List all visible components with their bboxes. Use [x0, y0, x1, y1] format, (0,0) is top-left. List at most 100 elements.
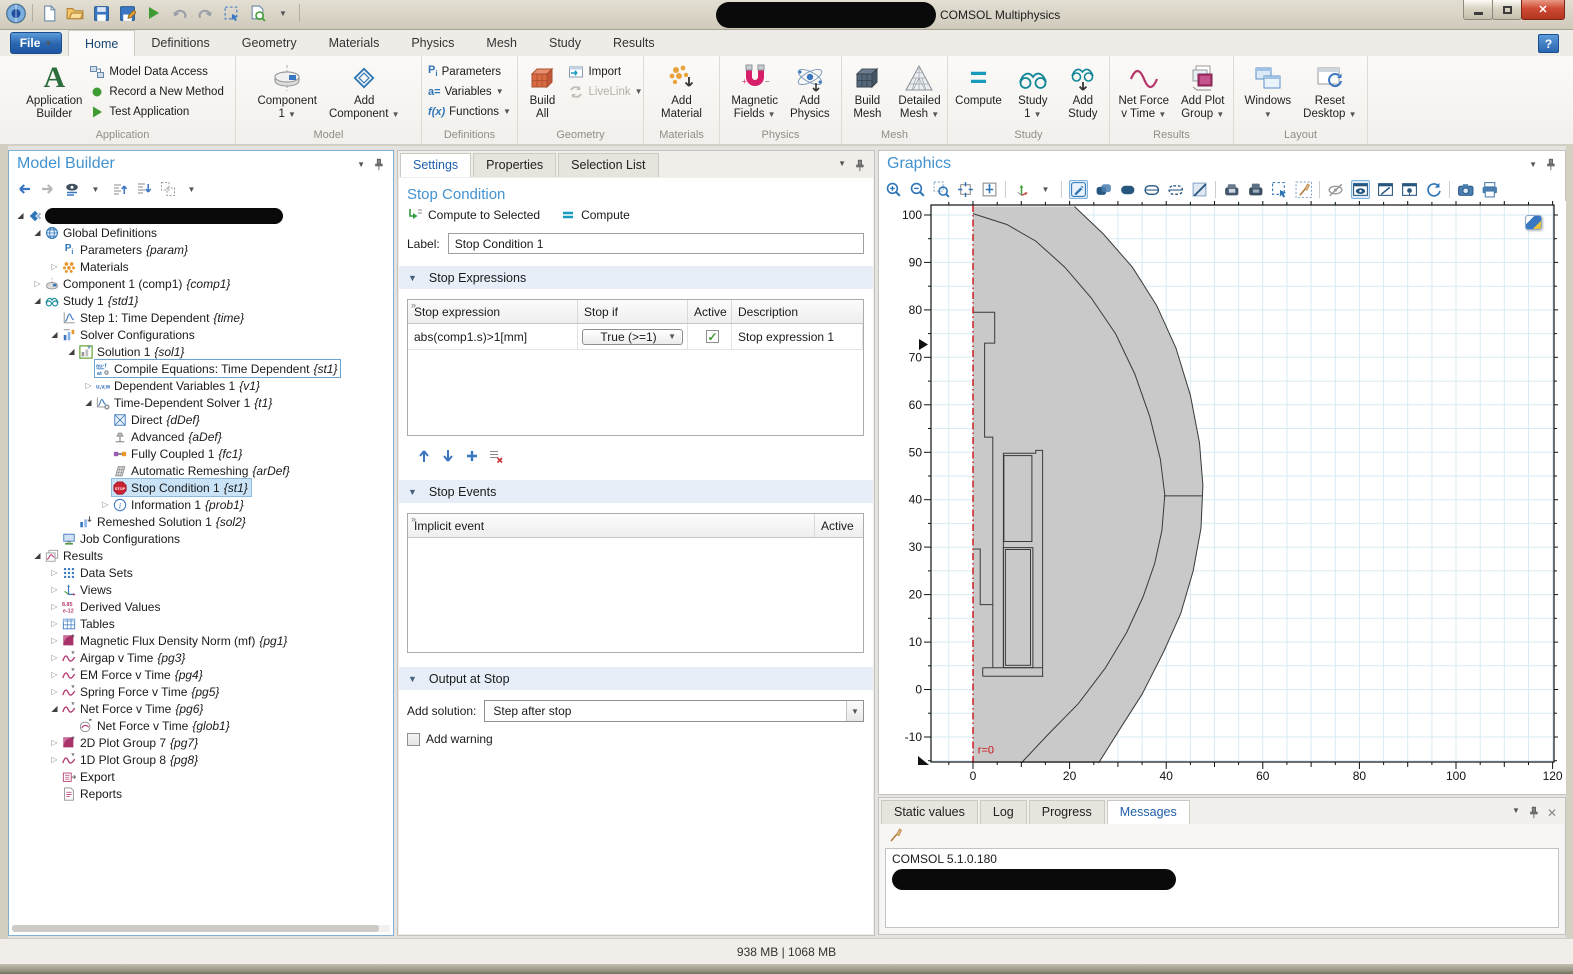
move-down-icon[interactable] [135, 180, 152, 199]
section-output-at-stop[interactable]: ▼ Output at Stop [399, 667, 873, 690]
scrollbar-thumb[interactable] [12, 925, 379, 932]
caret-icon[interactable]: ▼ [1037, 180, 1054, 199]
column-header[interactable]: Stop expression [408, 300, 578, 323]
plus-icon[interactable] [463, 447, 480, 466]
file-menu-button[interactable]: File▼ [10, 32, 62, 54]
eye-slash-icon[interactable] [1327, 180, 1344, 199]
action-compute-to-selected[interactable]: Compute to Selected [407, 207, 540, 223]
ribbon-record-a-new-method-button[interactable]: Record a New Method [89, 83, 223, 100]
tab-study[interactable]: Study [533, 30, 597, 56]
transparency-icon[interactable] [1095, 180, 1112, 199]
ribbon-add-component-button[interactable]: AddComponent ▼ [324, 60, 405, 122]
undo-icon[interactable] [169, 3, 189, 23]
tab-static-values[interactable]: Static values [881, 800, 978, 824]
ribbon-model-data-access-button[interactable]: Model Data Access [89, 63, 223, 80]
ribbon-detailed-mesh-button[interactable]: DetailedMesh ▼ [893, 60, 945, 122]
select-rect-icon[interactable] [221, 3, 241, 23]
pin-icon[interactable] [1544, 158, 1557, 171]
ribbon-windows-button[interactable]: Windows ▼ [1240, 60, 1297, 122]
tree-item-automatic-remeshing[interactable]: Automatic Remeshing{arDef} [10, 462, 392, 479]
maximize-button[interactable] [1492, 0, 1522, 20]
arrow-down-icon[interactable] [439, 447, 456, 466]
active-checkbox[interactable]: ✓ [706, 330, 719, 343]
pin-icon[interactable] [853, 159, 866, 172]
ribbon-build-all-button[interactable]: BuildAll [518, 60, 566, 122]
tree-item-export[interactable]: Export [10, 768, 392, 785]
model-node-icon[interactable] [159, 180, 176, 199]
tree-item-solution-1[interactable]: ◢*Solution 1{sol1} [10, 343, 392, 360]
tab-progress[interactable]: Progress [1029, 800, 1105, 824]
tab-geometry[interactable]: Geometry [226, 30, 313, 56]
ribbon-component-1-button[interactable]: Component1 ▼ [252, 60, 321, 122]
open-folder-icon[interactable] [65, 3, 85, 23]
add-solution-combo[interactable]: Step after stop ▼ [484, 700, 864, 722]
tab-properties[interactable]: Properties [473, 153, 556, 177]
solid-icon[interactable] [1119, 180, 1136, 199]
tab-settings[interactable]: Settings [400, 153, 471, 177]
select-dashed-icon[interactable] [1271, 180, 1288, 199]
table-resize-icon[interactable]: » [411, 514, 415, 524]
nav-back-icon[interactable] [15, 180, 32, 199]
app-menu-icon[interactable] [6, 3, 26, 23]
frame-eye-icon[interactable] [1401, 180, 1418, 199]
tree-item-em-force-v-time[interactable]: ▷*EM Force v Time{pg4} [10, 666, 392, 683]
zoom-extents-icon[interactable] [957, 180, 974, 199]
tree-item-magnetic-flux-density-norm-mf[interactable]: ▷*Magnetic Flux Density Norm (mf){pg1} [10, 632, 392, 649]
ribbon-add-material-button[interactable]: AddMaterial [656, 60, 707, 122]
show-eye-icon[interactable] [63, 180, 80, 199]
tab-selection-list[interactable]: Selection List [558, 153, 658, 177]
section-stop-events[interactable]: ▼ Stop Events [399, 480, 873, 503]
ribbon-import-button[interactable]: Import [568, 63, 642, 80]
tree-item-1d-plot-group-8[interactable]: ▷*1D Plot Group 8{pg8} [10, 751, 392, 768]
redo-icon[interactable] [195, 3, 215, 23]
delete-list-icon[interactable] [487, 447, 504, 466]
run-icon[interactable] [143, 3, 163, 23]
tree-item-step-1-time-dependent[interactable]: Step 1: Time Dependent{time} [10, 309, 392, 326]
column-header[interactable]: Stop if [578, 300, 688, 323]
stop-if-dropdown[interactable]: True (>=1) ▼ [582, 329, 683, 345]
tree-item-materials[interactable]: ▷Materials [10, 258, 392, 275]
column-header[interactable]: Implicit event [408, 514, 815, 537]
tree-item-spring-force-v-time[interactable]: ▷*Spring Force v Time{pg5} [10, 683, 392, 700]
close-panel-icon[interactable]: ✕ [1547, 806, 1557, 820]
eye-frame-icon[interactable] [1351, 180, 1370, 199]
tree-item-global-definitions[interactable]: ◢Global Definitions [10, 224, 392, 241]
ribbon-parameters-button[interactable]: PiParameters [428, 63, 511, 80]
tree-item-solver-configurations[interactable]: ◢Solver Configurations [10, 326, 392, 343]
pin-icon[interactable] [1527, 806, 1540, 820]
tree-item-information-1[interactable]: ▷iInformation 1{prob1} [10, 496, 392, 513]
panel-menu-icon[interactable]: ▼ [1512, 806, 1520, 820]
column-header[interactable]: Active [688, 300, 732, 323]
tree-item-fully-coupled-1[interactable]: Fully Coupled 1{fc1} [10, 445, 392, 462]
tree-item-net-force-v-time[interactable]: *Net Force v Time{glob1} [10, 717, 392, 734]
panel-menu-icon[interactable]: ▼ [838, 159, 846, 172]
zoom-in-icon[interactable] [885, 180, 902, 199]
tree-item-views[interactable]: ▷Views [10, 581, 392, 598]
ribbon-variables-button[interactable]: a=Variables ▼ [428, 83, 511, 100]
tree-item-direct[interactable]: Direct{dDef} [10, 411, 392, 428]
help-button[interactable]: ? [1538, 34, 1559, 53]
ribbon-study-1-button[interactable]: Study1 ▼ [1009, 60, 1057, 122]
tree-item-root[interactable]: ◢ [10, 207, 392, 224]
tab-home[interactable]: Home [68, 30, 135, 56]
tree-item-stop-condition-1[interactable]: STOPStop Condition 1{st1} [10, 479, 392, 496]
close-button[interactable]: ✕ [1521, 0, 1565, 20]
column-header[interactable]: Active [815, 514, 863, 537]
tree-item-tables[interactable]: ▷Tables [10, 615, 392, 632]
rotate-icon[interactable] [1425, 180, 1442, 199]
action-compute[interactable]: Compute [560, 207, 630, 223]
tab-mesh[interactable]: Mesh [470, 30, 533, 56]
snapshot-dark2-icon[interactable] [1247, 180, 1264, 199]
camera-icon[interactable] [1457, 180, 1474, 199]
horizontal-scrollbar[interactable] [12, 925, 390, 932]
tree-item-compile-equations-time-dependent[interactable]: au·fatCompile Equations: Time Dependent{… [10, 360, 392, 377]
plot-thumbnail-icon[interactable] [1525, 215, 1542, 230]
zoom-box-icon[interactable] [933, 180, 950, 199]
pin-icon[interactable] [372, 158, 385, 171]
zoom-sel-icon[interactable] [981, 180, 998, 199]
tab-physics[interactable]: Physics [395, 30, 470, 56]
save-as-icon[interactable] [117, 3, 137, 23]
pill2-icon[interactable] [1167, 180, 1184, 199]
add-warning-checkbox[interactable] [407, 733, 420, 746]
new-file-icon[interactable] [39, 3, 59, 23]
